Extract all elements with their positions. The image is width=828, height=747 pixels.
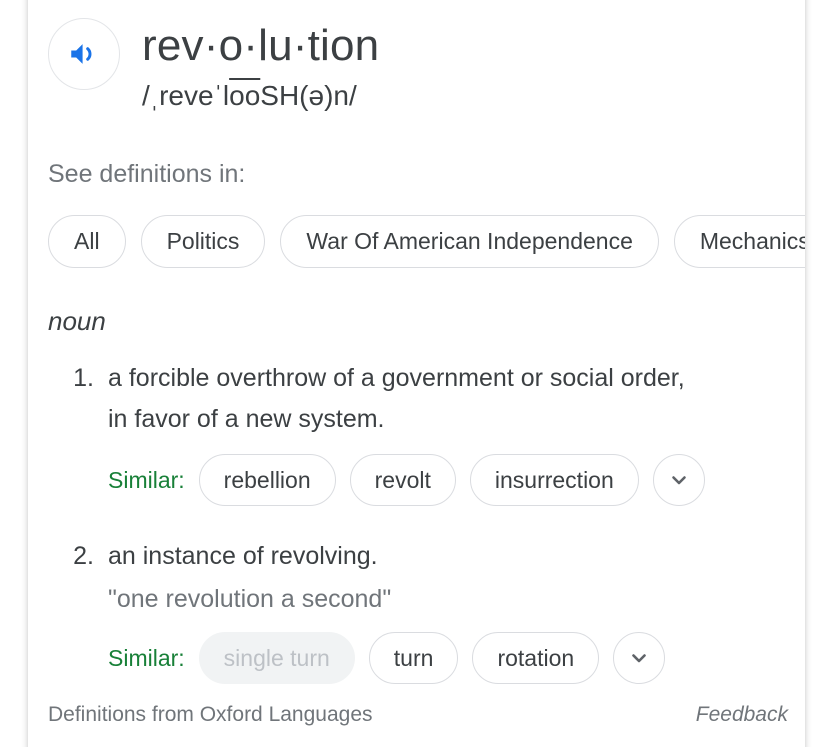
word-header-text: rev·o·lu·tion /ˌreveˈlooSH(ə)n/ bbox=[142, 18, 379, 113]
similar-label: Similar: bbox=[108, 466, 185, 493]
synonym-row: Similar: single turn turn rotation bbox=[108, 632, 788, 684]
pronounce-button[interactable] bbox=[48, 18, 120, 90]
definition-item-2: 2. an instance of revolving. "one revolu… bbox=[48, 536, 788, 684]
topic-chip-all[interactable]: All bbox=[48, 215, 126, 268]
synonym-chip-turn[interactable]: turn bbox=[368, 632, 459, 684]
definitions-source: Definitions from Oxford Languages bbox=[48, 703, 373, 726]
topic-chip-list: All Politics War Of American Independenc… bbox=[48, 215, 805, 268]
headword: rev·o·lu·tion bbox=[142, 21, 380, 70]
phonetic-macron-vowels: oo bbox=[229, 80, 261, 111]
speaker-volume-icon bbox=[67, 37, 101, 71]
definition-text: a forcible overthrow of a government or … bbox=[108, 364, 685, 433]
phonetic-prefix: /ˌreveˈl bbox=[142, 80, 230, 111]
dictionary-card: rev·o·lu·tion /ˌreveˈlooSH(ə)n/ See defi… bbox=[28, 0, 805, 747]
synonym-chip-insurrection[interactable]: insurrection bbox=[469, 454, 639, 506]
synonym-chip-single-turn[interactable]: single turn bbox=[198, 632, 355, 684]
chevron-down-icon bbox=[667, 468, 691, 492]
phonetic-suffix: SH(ə)n/ bbox=[260, 80, 357, 111]
definition-number: 1. bbox=[73, 364, 94, 392]
part-of-speech: noun bbox=[48, 306, 106, 336]
topic-chip-war-of-american-independence[interactable]: War Of American Independence bbox=[280, 215, 659, 268]
show-more-synonyms-button-1[interactable] bbox=[652, 454, 705, 506]
phonetic-spelling: /ˌreveˈlooSH(ə)n/ bbox=[142, 79, 379, 113]
synonym-chip-revolt[interactable]: revolt bbox=[349, 454, 456, 506]
feedback-link[interactable]: Feedback bbox=[696, 703, 788, 727]
synonym-chip-rotation[interactable]: rotation bbox=[472, 632, 600, 684]
definition-item-1: 1. a forcible overthrow of a government … bbox=[48, 358, 788, 506]
show-more-synonyms-button-2[interactable] bbox=[613, 632, 666, 684]
definition-body: a forcible overthrow of a government or … bbox=[108, 358, 788, 506]
similar-label: Similar: bbox=[108, 644, 185, 671]
card-footer: Definitions from Oxford Languages Feedba… bbox=[48, 703, 788, 727]
topic-chip-mechanics[interactable]: Mechanics bbox=[673, 215, 805, 268]
see-definitions-label: See definitions in: bbox=[48, 160, 246, 188]
definition-text: an instance of revolving. bbox=[108, 542, 378, 570]
page-root: rev·o·lu·tion /ˌreveˈlooSH(ə)n/ See defi… bbox=[0, 0, 828, 747]
synonym-row: Similar: rebellion revolt insurrection bbox=[108, 454, 788, 506]
definition-list: 1. a forcible overthrow of a government … bbox=[48, 358, 788, 684]
definition-spacer bbox=[48, 506, 788, 536]
chevron-down-icon bbox=[627, 646, 651, 670]
dictionary-card-content: rev·o·lu·tion /ˌreveˈlooSH(ə)n/ See defi… bbox=[28, 0, 805, 747]
definition-body: an instance of revolving. "one revolutio… bbox=[108, 536, 788, 684]
word-header: rev·o·lu·tion /ˌreveˈlooSH(ə)n/ bbox=[48, 18, 379, 113]
synonym-chip-rebellion[interactable]: rebellion bbox=[198, 454, 336, 506]
topic-chip-politics[interactable]: Politics bbox=[140, 215, 266, 268]
definition-example: "one revolution a second" bbox=[108, 585, 392, 613]
definition-number: 2. bbox=[73, 542, 94, 570]
